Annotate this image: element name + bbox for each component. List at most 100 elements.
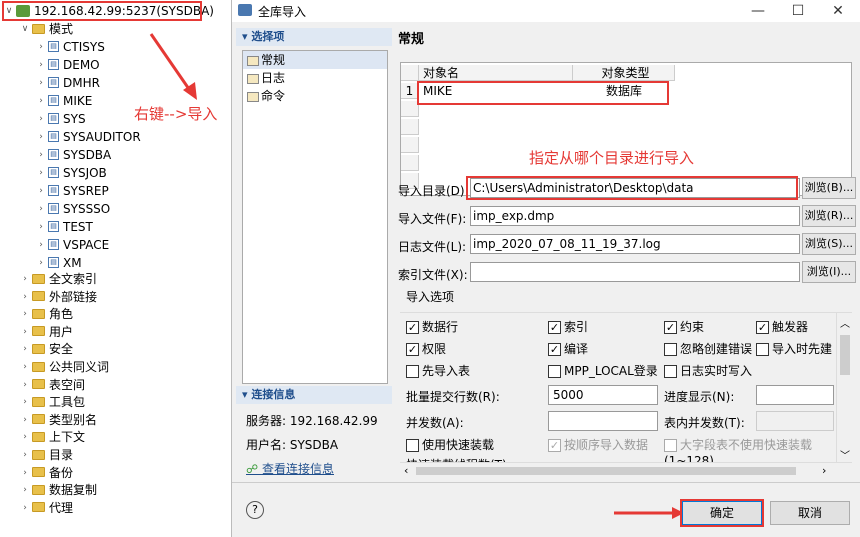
chevron-right-icon[interactable]: › <box>822 464 826 477</box>
tree-folder-item[interactable]: › 上下文 <box>20 428 85 446</box>
maximize-button[interactable]: ☐ <box>783 2 813 20</box>
idx-input[interactable] <box>470 262 800 282</box>
tree-folder-item[interactable]: › 数据复制 <box>20 481 97 499</box>
chevron-right-icon[interactable]: › <box>20 358 30 376</box>
chevron-left-icon[interactable]: ‹ <box>404 464 408 477</box>
chevron-right-icon[interactable]: › <box>36 56 46 74</box>
tree-folder-item[interactable]: › 目录 <box>20 446 73 464</box>
tree-folder-item[interactable]: › 用户 <box>20 323 73 341</box>
opt-priv[interactable]: ✓ 权限 <box>406 341 446 357</box>
tree-schema-item[interactable]: › ▤ CTISYS <box>36 38 105 56</box>
chevron-right-icon[interactable]: › <box>36 38 46 56</box>
section-title: 常规 <box>398 32 425 47</box>
opt-index[interactable]: ✓ 索引 <box>548 319 588 335</box>
chevron-right-icon[interactable]: › <box>36 74 46 92</box>
chevron-right-icon[interactable]: › <box>20 305 30 323</box>
chevron-right-icon[interactable]: › <box>36 218 46 236</box>
tree-folder-item[interactable]: › 全文索引 <box>20 270 97 288</box>
chevron-down-icon[interactable]: ∨ <box>20 20 30 38</box>
chevron-up-icon[interactable]: ︿ <box>840 315 850 330</box>
hscroll-thumb[interactable] <box>416 467 796 475</box>
browse-log-button[interactable]: 浏览(S)... <box>802 233 856 255</box>
tree-schema-item[interactable]: › ▤ TEST <box>36 218 93 236</box>
tree-folder-item[interactable]: › 角色 <box>20 305 73 323</box>
opt-table-first[interactable]: 先导入表 <box>406 363 470 379</box>
tree-folder-item[interactable]: › 工具包 <box>20 393 85 411</box>
tbl-parallel-input[interactable] <box>756 411 834 431</box>
chevron-right-icon[interactable]: › <box>20 393 30 411</box>
cancel-button[interactable]: 取消 <box>770 501 850 525</box>
opt-fast-load[interactable]: 使用快速装载 <box>406 437 494 453</box>
col-header-type[interactable]: 对象类型 <box>573 65 675 81</box>
opt-mpp[interactable]: MPP_LOCAL登录 <box>548 363 658 379</box>
opt-seq-import[interactable]: ✓ 按顺序导入数据 <box>548 437 648 453</box>
dialog-title: 全库导入 <box>258 5 307 19</box>
browse-file-button[interactable]: 浏览(R)... <box>802 205 856 227</box>
tree-schema-item[interactable]: › ▤ MIKE <box>36 92 92 110</box>
browse-idx-button[interactable]: 浏览(I)... <box>802 261 856 283</box>
chevron-right-icon[interactable]: › <box>20 323 30 341</box>
tree-folder-item[interactable]: › 外部链接 <box>20 288 97 306</box>
chevron-right-icon[interactable]: › <box>20 288 30 306</box>
tree-folder-item[interactable]: › 表空间 <box>20 376 85 394</box>
tree-schema-item[interactable]: › ▤ SYS <box>36 110 85 128</box>
nav-item-command[interactable]: 命令 <box>243 87 387 105</box>
chevron-right-icon[interactable]: › <box>36 92 46 110</box>
tree-schema-item[interactable]: › ▤ SYSAUDITOR <box>36 128 140 146</box>
file-input[interactable]: imp_exp.dmp <box>470 206 800 226</box>
batch-input[interactable]: 5000 <box>548 385 658 405</box>
tree-schema-item[interactable]: › ▤ VSPACE <box>36 236 109 254</box>
col-header-name[interactable]: 对象名 <box>419 65 573 81</box>
tree-folder-item[interactable]: › 安全 <box>20 340 73 358</box>
chevron-right-icon[interactable]: › <box>20 464 30 482</box>
tree-folder-item[interactable]: › 类型别名 <box>20 411 97 429</box>
tree-folder-item[interactable]: › 备份 <box>20 464 73 482</box>
chevron-right-icon[interactable]: › <box>20 411 30 429</box>
opt-big-field[interactable]: 大字段表不使用快速装载 <box>664 437 812 453</box>
tree-schema-item[interactable]: › ▤ SYSDBA <box>36 146 111 164</box>
opt-compile[interactable]: ✓ 编译 <box>548 341 588 357</box>
view-conn-link[interactable]: ☍ 查看连接信息 <box>246 460 334 477</box>
horizontal-scrollbar[interactable]: ‹ › <box>400 462 852 478</box>
log-input[interactable]: imp_2020_07_08_11_19_37.log <box>470 234 800 254</box>
progress-input[interactable] <box>756 385 834 405</box>
opt-first[interactable]: 导入时先建 <box>756 341 842 357</box>
tree-schema-item[interactable]: › ▤ SYSSSO <box>36 200 110 218</box>
chevron-right-icon[interactable]: › <box>36 236 46 254</box>
tree-schema-item[interactable]: › ▤ SYSJOB <box>36 164 107 182</box>
chevron-right-icon[interactable]: › <box>20 428 30 446</box>
chevron-right-icon[interactable]: › <box>20 270 30 288</box>
nav-item-general[interactable]: 常规 <box>243 51 387 69</box>
opt-trigger[interactable]: ✓ 触发器 <box>756 319 808 335</box>
chevron-right-icon[interactable]: › <box>36 164 46 182</box>
vertical-scrollbar[interactable]: ︿ ﹀ <box>836 313 852 463</box>
parallel-input[interactable] <box>548 411 658 431</box>
opt-datarows[interactable]: ✓ 数据行 <box>406 319 458 335</box>
chevron-right-icon[interactable]: › <box>36 182 46 200</box>
chevron-down-icon[interactable]: ﹀ <box>840 447 850 462</box>
help-button[interactable]: ? <box>246 501 264 519</box>
tree-schema-item[interactable]: › ▤ DEMO <box>36 56 99 74</box>
chevron-right-icon[interactable]: › <box>20 376 30 394</box>
opt-log-rt[interactable]: 日志实时写入 <box>664 363 752 379</box>
tree-schema-item[interactable]: › ▤ SYSREP <box>36 182 109 200</box>
chevron-right-icon[interactable]: › <box>36 146 46 164</box>
scroll-thumb[interactable] <box>840 335 850 375</box>
opt-ignore[interactable]: 忽略创建错误 <box>664 341 752 357</box>
nav-item-log[interactable]: 日志 <box>243 69 387 87</box>
tree-schema-item[interactable]: › ▤ DMHR <box>36 74 100 92</box>
browse-dir-button[interactable]: 浏览(B)... <box>802 177 856 199</box>
chevron-right-icon[interactable]: › <box>36 110 46 128</box>
chevron-right-icon[interactable]: › <box>20 481 30 499</box>
opt-constraint[interactable]: ✓ 约束 <box>664 319 704 335</box>
chevron-right-icon[interactable]: › <box>20 446 30 464</box>
tree-schemas[interactable]: ∨ 模式 <box>20 20 73 38</box>
chevron-right-icon[interactable]: › <box>36 200 46 218</box>
chevron-right-icon[interactable]: › <box>20 340 30 358</box>
chevron-right-icon[interactable]: › <box>20 499 30 517</box>
tree-folder-item[interactable]: › 公共同义词 <box>20 358 109 376</box>
tree-folder-item[interactable]: › 代理 <box>20 499 73 517</box>
minimize-button[interactable]: — <box>743 2 773 20</box>
chevron-right-icon[interactable]: › <box>36 128 46 146</box>
close-button[interactable]: ✕ <box>823 2 853 20</box>
